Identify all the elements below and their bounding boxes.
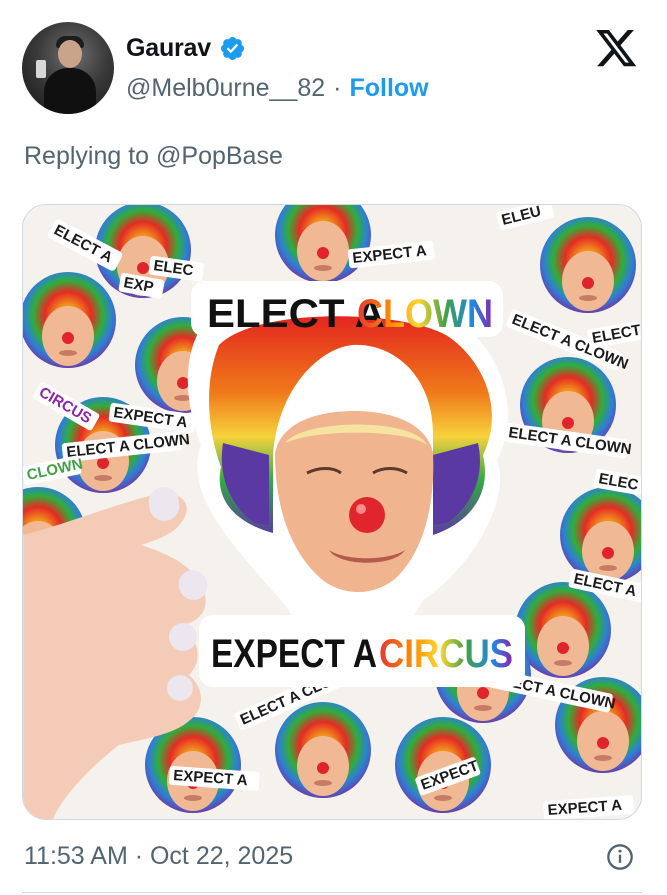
- avatar-body: [44, 68, 96, 114]
- divider: [22, 892, 642, 893]
- replying-to[interactable]: Replying to @PopBase: [24, 142, 283, 171]
- sticker-bottom-part1: EXPECT A: [211, 632, 377, 676]
- x-logo-icon[interactable]: [596, 30, 638, 68]
- avatar-cup: [36, 60, 46, 78]
- separator-dot: ·: [333, 74, 342, 102]
- author-handle-row: @Melb0urne__82 · Follow: [126, 74, 429, 103]
- info-icon[interactable]: [606, 843, 634, 871]
- avatar-head: [58, 40, 82, 68]
- author-name[interactable]: Gaurav: [126, 34, 211, 63]
- tweet-card: Gaurav @Melb0urne__82 · Follow Replying …: [0, 0, 667, 895]
- author-name-row: Gaurav: [126, 34, 246, 63]
- sticker-photo: ELECT A EXP ELEC EXPECT A ELEU ELECT A C…: [23, 205, 641, 819]
- avatar[interactable]: [22, 22, 114, 114]
- author-handle[interactable]: @Melb0urne__82: [126, 74, 325, 103]
- verified-badge-icon: [220, 36, 244, 61]
- follow-button[interactable]: Follow: [349, 74, 428, 103]
- sticker-bottom-part2: CIRCUS: [379, 632, 513, 676]
- tweet-image[interactable]: ELECT A EXP ELEC EXPECT A ELEU ELECT A C…: [22, 204, 642, 820]
- sticker-top-part2: CLOWN: [357, 292, 493, 336]
- timestamp[interactable]: 11:53 AM · Oct 22, 2025: [24, 842, 293, 871]
